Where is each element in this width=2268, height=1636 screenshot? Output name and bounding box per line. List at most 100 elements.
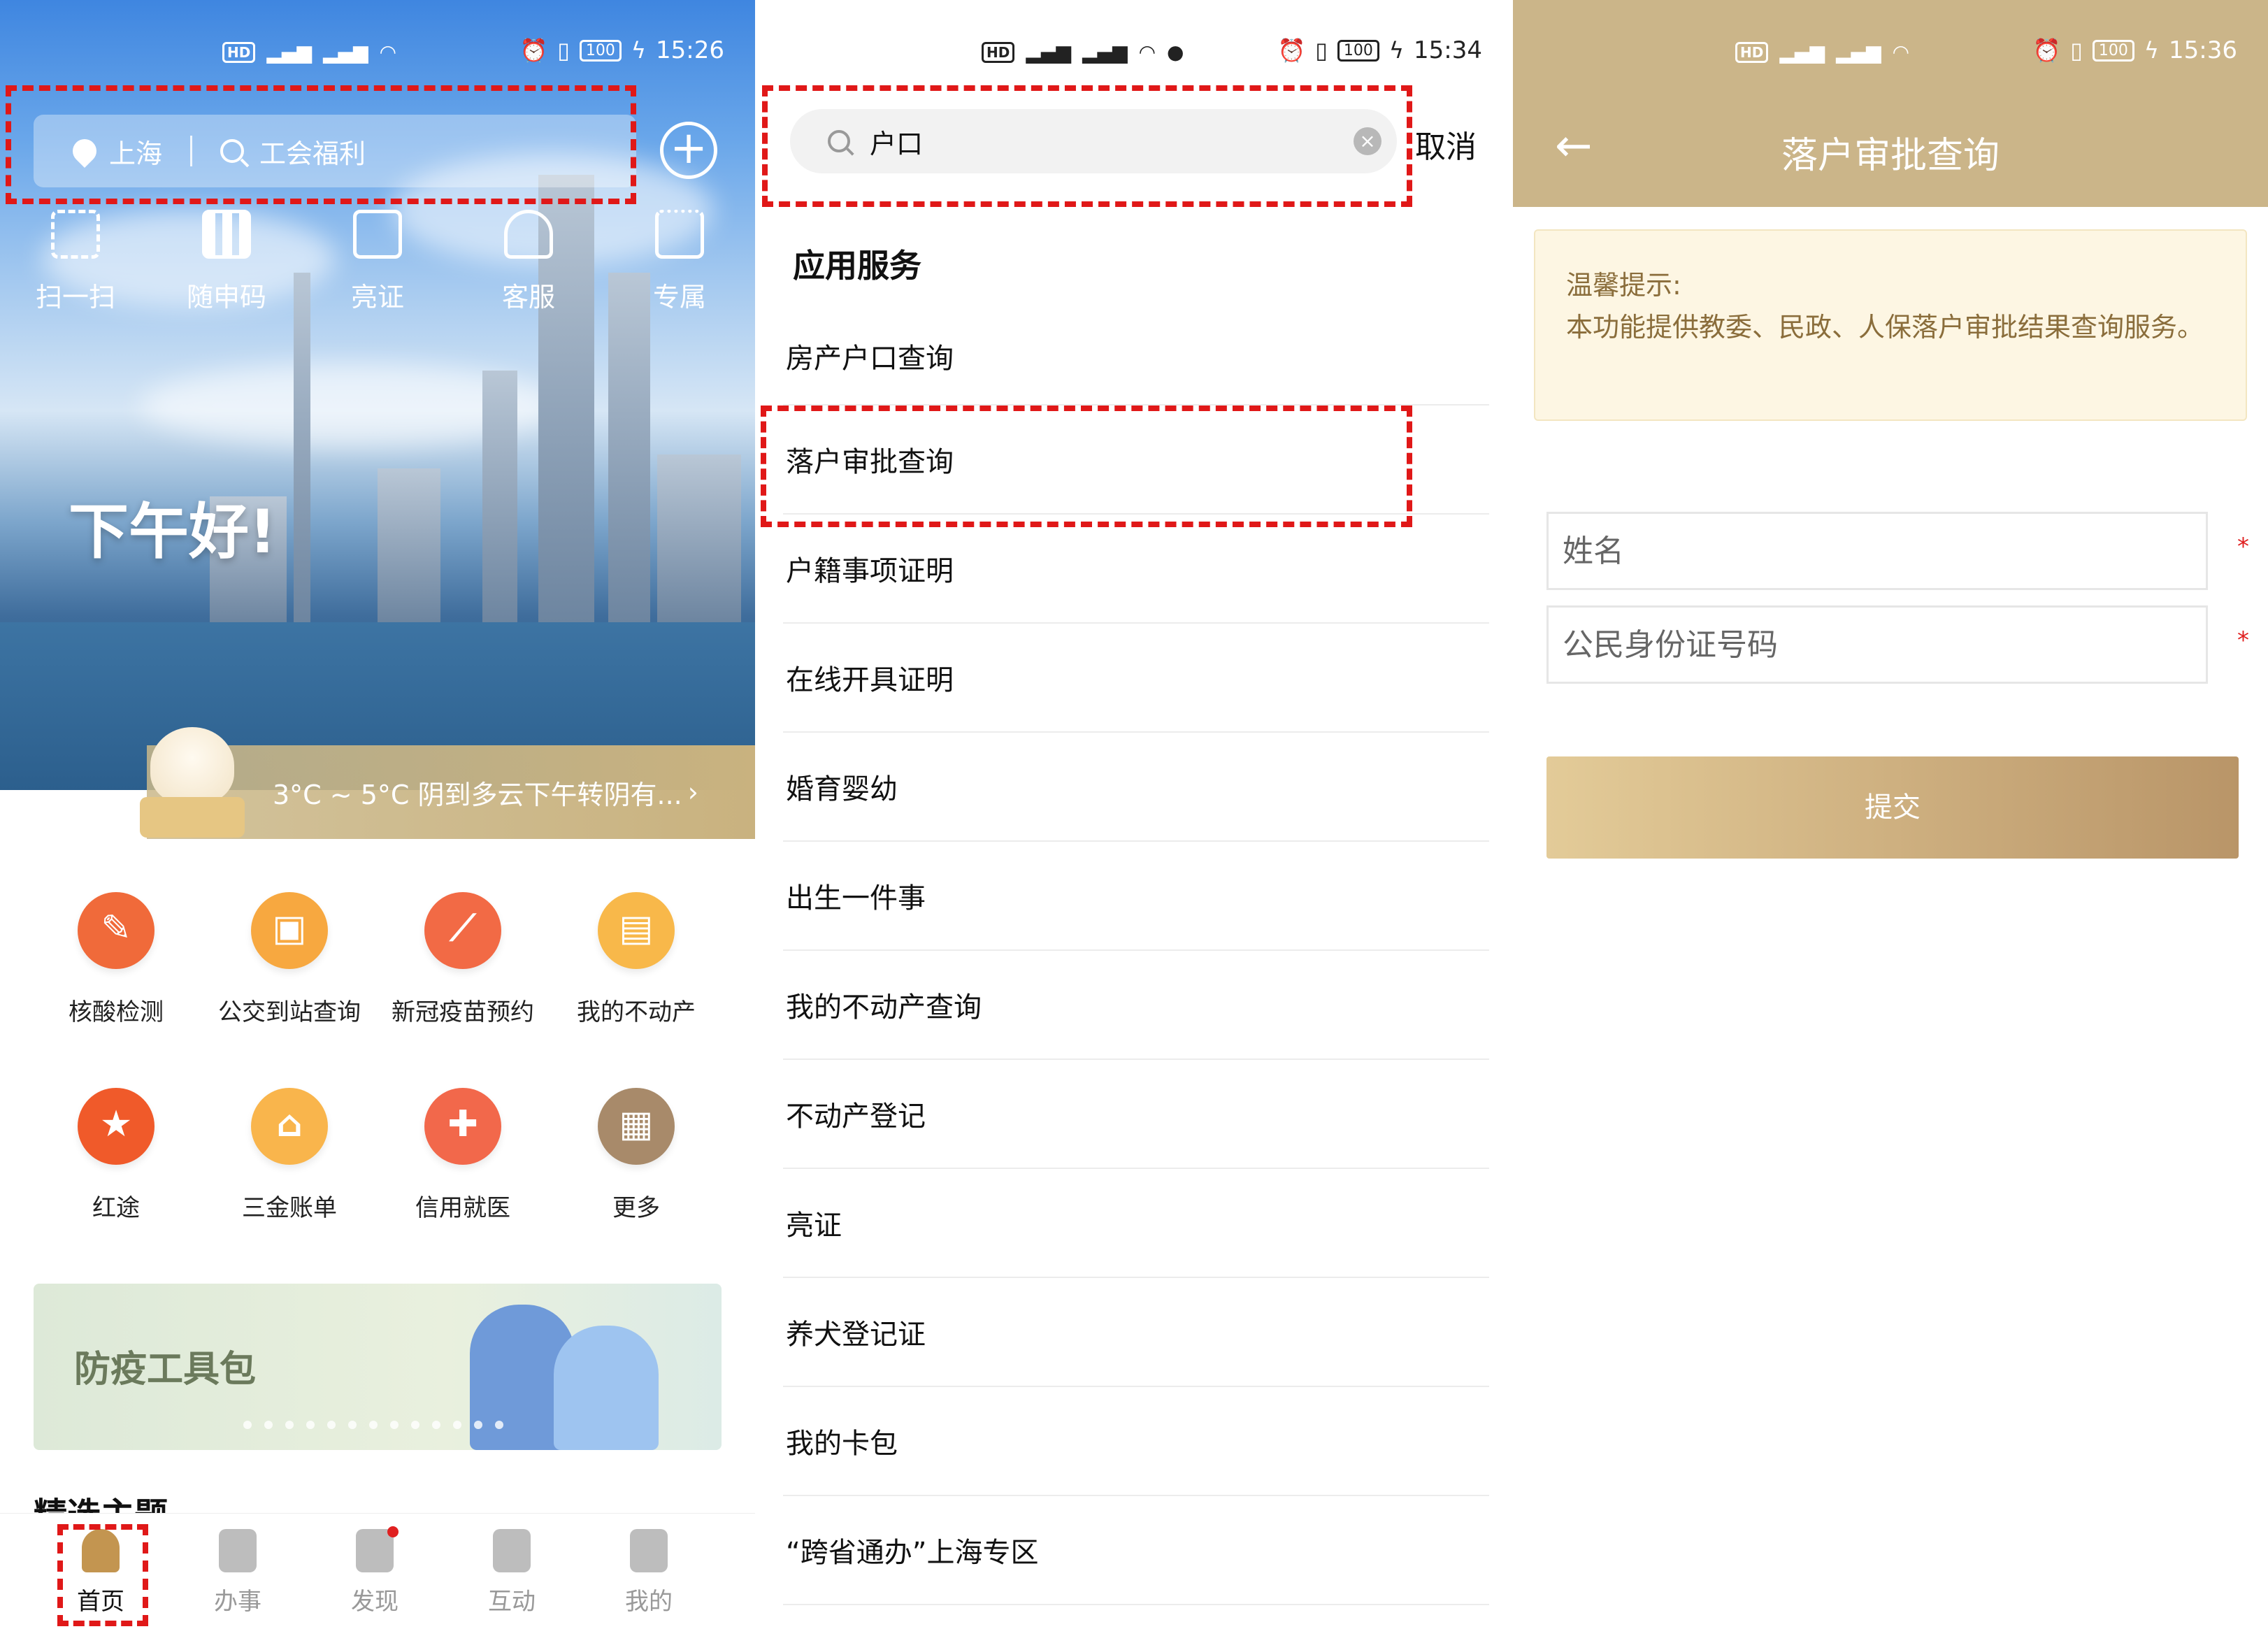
- list-item[interactable]: 我的不动产查询: [783, 951, 1489, 1060]
- highlight-search-input: [762, 85, 1412, 207]
- page-title: 落户审批查询: [1781, 135, 2000, 177]
- list-item[interactable]: 养犬登记证: [783, 1278, 1489, 1387]
- clock: 15:26: [656, 36, 724, 64]
- list-item[interactable]: 在线开具证明: [783, 624, 1489, 733]
- document-icon: ▤: [598, 892, 675, 969]
- wifi-icon: ◠: [1138, 41, 1156, 64]
- service-real-estate[interactable]: ▤ 我的不动产: [550, 888, 723, 1084]
- quick-action-exclusive[interactable]: 专属: [604, 210, 755, 314]
- settlement-query-screen: HD ▂▄▆ ▂▄▆ ◠ ⏰ ▯ 100 ϟ 15:36 ← 落户审批查询 温馨…: [1513, 0, 2268, 1636]
- id-number-field: [1546, 605, 2208, 684]
- carousel-dots: [243, 1421, 503, 1429]
- tab-label: 办事: [214, 1588, 261, 1616]
- quick-action-label: 随申码: [186, 282, 266, 313]
- list-item[interactable]: “跨省通办”上海专区: [783, 1496, 1489, 1605]
- signal-icon: ▂▄▆: [266, 41, 312, 64]
- tip-body: 本功能提供教委、民政、人保落户审批结果查询服务。: [1566, 312, 2204, 343]
- quick-action-scan[interactable]: 扫一扫: [0, 210, 151, 314]
- clock: 15:34: [1414, 36, 1482, 64]
- list-item[interactable]: 我的卡包: [783, 1387, 1489, 1496]
- tab-services[interactable]: 办事: [169, 1514, 306, 1636]
- signal-icon: ▂▄▆: [1082, 41, 1128, 64]
- highlight-result-item: [761, 406, 1412, 527]
- quick-action-service[interactable]: 客服: [453, 210, 604, 314]
- tab-mine[interactable]: 我的: [580, 1514, 717, 1636]
- banner-title: 防疫工具包: [74, 1349, 257, 1391]
- tab-discover[interactable]: 发现: [306, 1514, 443, 1636]
- service-label: 公交到站查询: [218, 998, 361, 1026]
- pen-icon: [219, 1529, 257, 1572]
- id-card-icon: [353, 210, 402, 259]
- id-number-input[interactable]: [1549, 608, 2206, 682]
- service-more[interactable]: ▦ 更多: [550, 1084, 723, 1279]
- bun-mascot-icon: [140, 727, 245, 839]
- chevron-right-icon: ›: [687, 777, 698, 808]
- add-icon[interactable]: +: [660, 122, 717, 179]
- tab-label: 我的: [625, 1588, 673, 1616]
- wifi-icon: ◠: [379, 41, 396, 64]
- epidemic-toolkit-banner[interactable]: 防疫工具包: [34, 1284, 722, 1450]
- crown-icon: [655, 210, 704, 259]
- lotus-icon: [493, 1529, 531, 1572]
- wifi-icon: ◠: [1892, 41, 1909, 64]
- service-fund-bill[interactable]: ⌂ 三金账单: [203, 1084, 376, 1279]
- service-red-route[interactable]: ★ 红途: [29, 1084, 203, 1279]
- section-heading: 应用服务: [793, 247, 921, 285]
- tab-label: 互动: [488, 1588, 536, 1616]
- tip-box: 温馨提示: 本功能提供教委、民政、人保落户审批结果查询服务。: [1534, 229, 2247, 421]
- list-item[interactable]: 亮证: [783, 1169, 1489, 1278]
- swab-icon: ✎: [78, 892, 155, 969]
- signal-icon: ▂▄▆: [322, 41, 368, 64]
- list-item[interactable]: 户籍事项证明: [783, 515, 1489, 624]
- greeting-text: 下午好!: [69, 497, 277, 567]
- medical-card-icon: ✚: [424, 1088, 501, 1165]
- quick-action-label: 亮证: [350, 282, 404, 313]
- highlight-home-tab: [57, 1524, 148, 1626]
- battery-icon: 100: [1337, 39, 1379, 62]
- quick-action-qrcode[interactable]: 随申码: [151, 210, 302, 314]
- service-label: 新冠疫苗预约: [392, 998, 534, 1026]
- service-label: 更多: [612, 1194, 660, 1222]
- cancel-button[interactable]: 取消: [1415, 122, 1477, 166]
- wechat-icon: ●: [1167, 41, 1184, 64]
- service-nucleic-test[interactable]: ✎ 核酸检测: [29, 888, 203, 1084]
- service-bus-arrival[interactable]: ▣ 公交到站查询: [203, 888, 376, 1084]
- name-field: [1546, 512, 2208, 590]
- signal-icon: ▂▄▆: [1779, 41, 1825, 64]
- tab-label: 发现: [351, 1588, 399, 1616]
- syringe-icon: ⟋: [424, 892, 501, 969]
- star-flag-icon: ★: [78, 1088, 155, 1165]
- service-label: 红途: [92, 1194, 140, 1222]
- hd-icon: HD: [982, 41, 1015, 63]
- notification-dot: [387, 1526, 399, 1537]
- hd-icon: HD: [1735, 41, 1769, 63]
- list-item[interactable]: 婚育婴幼: [783, 733, 1489, 842]
- required-mark: *: [2237, 533, 2249, 561]
- list-item[interactable]: 房产户口查询: [783, 308, 1489, 406]
- bus-icon: ▣: [251, 892, 328, 969]
- name-input[interactable]: [1549, 514, 2206, 588]
- charging-icon: ϟ: [2144, 37, 2160, 64]
- tab-interact[interactable]: 互动: [443, 1514, 580, 1636]
- quick-action-label: 扫一扫: [35, 282, 115, 313]
- quick-actions: 扫一扫 随申码 亮证 客服 专属: [0, 210, 755, 314]
- charging-icon: ϟ: [1388, 37, 1405, 64]
- submit-button[interactable]: 提交: [1546, 756, 2239, 859]
- quick-action-id[interactable]: 亮证: [302, 210, 453, 314]
- hd-icon: HD: [222, 41, 256, 63]
- service-label: 三金账单: [242, 1194, 337, 1222]
- list-item[interactable]: 不动产登记: [783, 1060, 1489, 1169]
- service-label: 核酸检测: [69, 998, 164, 1026]
- money-house-icon: ⌂: [251, 1088, 328, 1165]
- status-bar: HD ▂▄▆ ▂▄▆ ◠ ⏰ ▯ 100 ϟ 15:36: [1513, 0, 2268, 112]
- battery-icon: 100: [579, 39, 622, 62]
- signal-icon: ▂▄▆: [1026, 41, 1071, 64]
- service-vaccine[interactable]: ⟋ 新冠疫苗预约: [376, 888, 550, 1084]
- quick-action-label: 客服: [501, 282, 555, 313]
- service-grid: ✎ 核酸检测 ▣ 公交到站查询 ⟋ 新冠疫苗预约 ▤ 我的不动产 ★ 红途 ⌂: [0, 888, 755, 1279]
- list-item[interactable]: 出生一件事: [783, 842, 1489, 951]
- service-label: 我的不动产: [577, 998, 696, 1026]
- service-credit-medical[interactable]: ✚ 信用就医: [376, 1084, 550, 1279]
- vibrate-icon: ▯: [1315, 37, 1328, 64]
- alarm-icon: ⏰: [1277, 37, 1306, 64]
